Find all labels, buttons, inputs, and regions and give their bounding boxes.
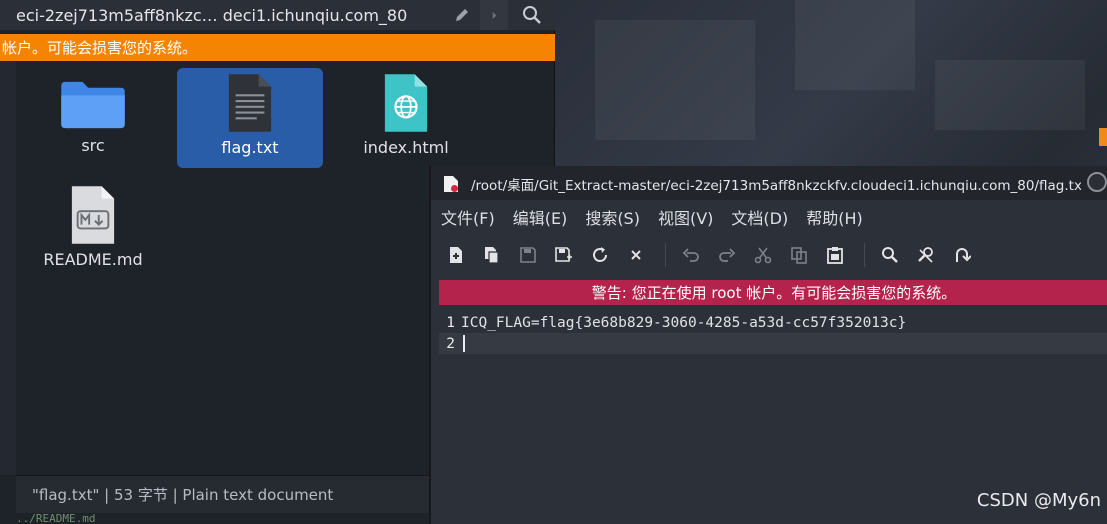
root-warning-banner: 帐户。可能会损害您的系统。 <box>0 34 555 61</box>
edit-path-button[interactable] <box>445 0 479 30</box>
file-item-flag-txt[interactable]: flag.txt <box>177 68 323 168</box>
pencil-icon <box>456 9 468 21</box>
menu-view[interactable]: 视图(V) <box>658 205 713 229</box>
status-bar: "flag.txt" | 53 字节 | Plain text document <box>16 475 429 513</box>
save-as-icon <box>555 247 572 262</box>
copy-icon <box>791 247 807 264</box>
find-button[interactable] <box>879 244 901 266</box>
text-cursor <box>463 335 465 352</box>
file-label: README.md <box>43 250 143 269</box>
new-document-button[interactable] <box>445 244 467 266</box>
search-icon <box>882 247 898 263</box>
goto-line-button[interactable] <box>951 244 973 266</box>
search-button[interactable] <box>515 0 549 30</box>
menu-edit[interactable]: 编辑(E) <box>513 205 568 229</box>
text-file-icon <box>228 74 272 132</box>
menu-search[interactable]: 搜索(S) <box>585 205 640 229</box>
close-icon <box>631 250 641 260</box>
jump-to-icon <box>956 248 971 262</box>
menu-document[interactable]: 文档(D) <box>731 205 788 229</box>
sidebar-edge <box>0 61 16 475</box>
file-label: index.html <box>363 138 449 157</box>
watermark: CSDN @My6n <box>976 490 1101 511</box>
text-line: 1 ICQ_FLAG=flag{3e68b829-3060-4285-a53d-… <box>439 312 1107 333</box>
path-forward-button[interactable] <box>480 0 508 30</box>
file-item-index-html[interactable]: index.html <box>333 68 479 168</box>
file-manager-pathbar: eci-2zej713m5aff8nkzc… deci1.ichunqiu.co… <box>0 0 555 30</box>
search-icon <box>523 6 541 24</box>
editor-menubar: 文件(F) 编辑(E) 搜索(S) 视图(V) 文档(D) 帮助(H) <box>431 200 1107 234</box>
menu-help[interactable]: 帮助(H) <box>806 205 863 229</box>
file-item-readme-md[interactable]: README.md <box>20 180 166 280</box>
html-file-icon <box>384 74 428 132</box>
chevron-right-icon <box>492 11 496 19</box>
close-document-button[interactable] <box>625 244 647 266</box>
root-warning-banner: 警告: 您正在使用 root 帐户。有可能会损害您的系统。 <box>439 280 1107 305</box>
reload-icon <box>593 247 607 262</box>
path-segment[interactable]: eci-2zej713m5aff8nkzc… deci1.ichunqiu.co… <box>0 0 420 30</box>
line-number: 1 <box>446 314 455 331</box>
menu-file[interactable]: 文件(F) <box>441 205 495 229</box>
text-editor-window: /root/桌面/Git_Extract-master/eci-2zej713m… <box>429 166 1107 524</box>
redo-button[interactable] <box>716 244 738 266</box>
file-label: flag.txt <box>221 138 279 157</box>
editor-title: /root/桌面/Git_Extract-master/eci-2zej713m… <box>471 178 1081 194</box>
editor-titlebar[interactable]: /root/桌面/Git_Extract-master/eci-2zej713m… <box>431 166 1107 200</box>
folder-icon <box>61 81 125 129</box>
replace-button[interactable] <box>915 244 937 266</box>
file-label: src <box>81 136 105 155</box>
find-replace-icon <box>918 247 933 263</box>
undo-button[interactable] <box>680 244 702 266</box>
scissors-icon <box>754 247 772 264</box>
new-file-icon <box>450 247 462 263</box>
editor-toolbar <box>431 236 1107 274</box>
reload-button[interactable] <box>589 244 611 266</box>
markdown-file-icon <box>71 186 115 244</box>
line-number: 2 <box>446 335 455 352</box>
line-text: ICQ_FLAG=flag{3e68b829-3060-4285-a53d-cc… <box>461 314 907 331</box>
toolbar-separator <box>864 243 865 267</box>
save-icon <box>520 247 536 263</box>
text-line-current: 2 <box>439 333 1107 354</box>
new-window-button[interactable] <box>481 244 503 266</box>
window-control-button[interactable] <box>1087 172 1107 192</box>
terminal-residue-text: ../README.md <box>16 512 96 524</box>
side-notification-tab <box>1099 128 1107 146</box>
redo-icon <box>719 248 736 262</box>
file-item-src[interactable]: src <box>20 68 166 168</box>
paste-icon <box>827 247 843 264</box>
new-window-icon <box>485 247 499 264</box>
editor-app-icon <box>444 176 458 192</box>
toolbar-separator <box>665 243 666 267</box>
paste-button[interactable] <box>824 244 846 266</box>
undo-icon <box>682 248 699 262</box>
cut-button[interactable] <box>752 244 774 266</box>
copy-button[interactable] <box>788 244 810 266</box>
save-button[interactable] <box>517 244 539 266</box>
save-as-button[interactable] <box>553 244 575 266</box>
